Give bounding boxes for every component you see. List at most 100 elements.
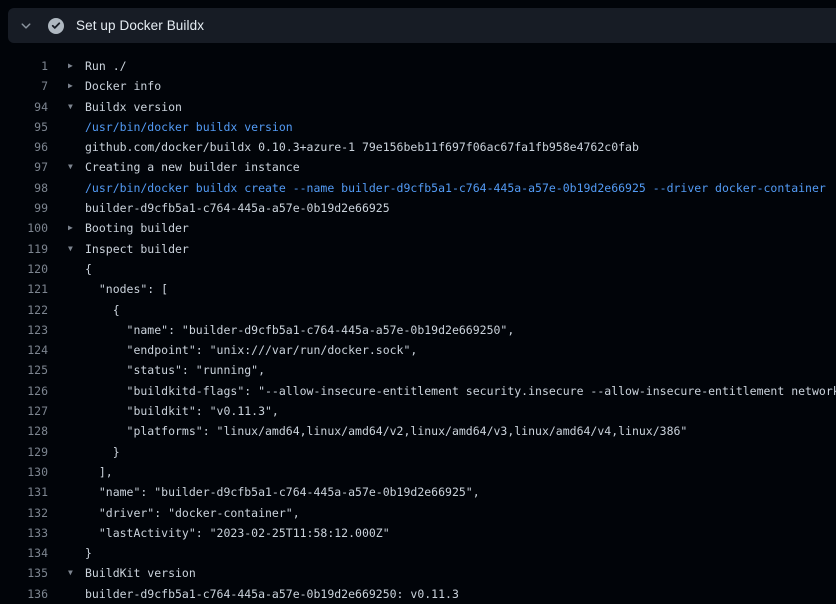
gutter (48, 482, 68, 502)
gutter (48, 442, 68, 462)
caret-placeholder (68, 543, 85, 563)
line-number[interactable]: 96 (0, 137, 48, 157)
line-number[interactable]: 120 (0, 259, 48, 279)
log-line: 133 "lastActivity": "2023-02-25T11:58:12… (0, 523, 836, 543)
caret-placeholder (68, 401, 85, 421)
gutter (48, 259, 68, 279)
line-number[interactable]: 134 (0, 543, 48, 563)
line-number[interactable]: 127 (0, 401, 48, 421)
line-number[interactable]: 1 (0, 56, 48, 76)
log-line: 122 { (0, 300, 836, 320)
line-number[interactable]: 94 (0, 97, 48, 117)
line-number[interactable]: 95 (0, 117, 48, 137)
log-text: "endpoint": "unix:///var/run/docker.sock… (85, 340, 417, 360)
gutter (48, 462, 68, 482)
log-line: 99 builder-d9cfb5a1-c764-445a-a57e-0b19d… (0, 198, 836, 218)
log-line: 95 /usr/bin/docker buildx version (0, 117, 836, 137)
triangle-down-icon: ▼ (68, 563, 85, 583)
log-line: 121 "nodes": [ (0, 279, 836, 299)
caret-placeholder (68, 117, 85, 137)
line-number[interactable]: 119 (0, 239, 48, 259)
gutter (48, 157, 68, 177)
gutter (48, 360, 68, 380)
log-line: 96 github.com/docker/buildx 0.10.3+azure… (0, 137, 836, 157)
caret-placeholder (68, 137, 85, 157)
line-number[interactable]: 128 (0, 421, 48, 441)
caret-placeholder (68, 421, 85, 441)
line-number[interactable]: 131 (0, 482, 48, 502)
log-text: builder-d9cfb5a1-c764-445a-a57e-0b19d2e6… (85, 198, 390, 218)
gutter (48, 523, 68, 543)
chevron-down-icon (20, 20, 32, 32)
log-line[interactable]: 94 ▼ Buildx version (0, 97, 836, 117)
log-line: 123 "name": "builder-d9cfb5a1-c764-445a-… (0, 320, 836, 340)
caret-placeholder (68, 503, 85, 523)
log-line[interactable]: 1 ▶ Run ./ (0, 56, 836, 76)
log-text: Docker info (85, 76, 161, 96)
gutter (48, 117, 68, 137)
log-text: "lastActivity": "2023-02-25T11:58:12.000… (85, 523, 390, 543)
line-number[interactable]: 135 (0, 563, 48, 583)
log-area: 1 ▶ Run ./ 7 ▶ Docker info 94 ▼ Buildx v… (0, 56, 836, 604)
log-line: 98 /usr/bin/docker buildx create --name … (0, 178, 836, 198)
line-number[interactable]: 132 (0, 503, 48, 523)
step-header-toggle[interactable]: Set up Docker Buildx (8, 8, 836, 43)
log-line[interactable]: 119 ▼ Inspect builder (0, 239, 836, 259)
log-line[interactable]: 100 ▶ Booting builder (0, 218, 836, 238)
check-circle-icon (48, 18, 64, 34)
line-number[interactable]: 97 (0, 157, 48, 177)
caret-placeholder (68, 320, 85, 340)
log-text: Booting builder (85, 218, 189, 238)
line-number[interactable]: 130 (0, 462, 48, 482)
line-number[interactable]: 124 (0, 340, 48, 360)
gutter (48, 584, 68, 604)
log-text: ], (85, 462, 113, 482)
log-text: "platforms": "linux/amd64,linux/amd64/v2… (85, 421, 687, 441)
gutter (48, 56, 68, 76)
log-line[interactable]: 135 ▼ BuildKit version (0, 563, 836, 583)
log-line: 136 builder-d9cfb5a1-c764-445a-a57e-0b19… (0, 584, 836, 604)
log-line[interactable]: 97 ▼ Creating a new builder instance (0, 157, 836, 177)
log-line: 134 } (0, 543, 836, 563)
log-line: 131 "name": "builder-d9cfb5a1-c764-445a-… (0, 482, 836, 502)
log-text: { (85, 259, 92, 279)
log-line[interactable]: 7 ▶ Docker info (0, 76, 836, 96)
line-number[interactable]: 121 (0, 279, 48, 299)
line-number[interactable]: 98 (0, 178, 48, 198)
log-text: builder-d9cfb5a1-c764-445a-a57e-0b19d2e6… (85, 584, 459, 604)
log-text: BuildKit version (85, 563, 196, 583)
step-title: Set up Docker Buildx (76, 18, 204, 33)
log-line: 126 "buildkitd-flags": "--allow-insecure… (0, 381, 836, 401)
line-number[interactable]: 100 (0, 218, 48, 238)
gutter (48, 137, 68, 157)
caret-placeholder (68, 482, 85, 502)
log-text: "buildkit": "v0.11.3", (85, 401, 279, 421)
caret-placeholder (68, 300, 85, 320)
gutter (48, 178, 68, 198)
line-number[interactable]: 129 (0, 442, 48, 462)
line-number[interactable]: 99 (0, 198, 48, 218)
gutter (48, 320, 68, 340)
line-number[interactable]: 133 (0, 523, 48, 543)
log-text: "nodes": [ (85, 279, 168, 299)
log-line: 130 ], (0, 462, 836, 482)
caret-placeholder (68, 259, 85, 279)
gutter (48, 279, 68, 299)
caret-placeholder (68, 340, 85, 360)
triangle-down-icon: ▼ (68, 239, 85, 259)
line-number[interactable]: 7 (0, 76, 48, 96)
log-text: Inspect builder (85, 239, 189, 259)
gutter (48, 381, 68, 401)
line-number[interactable]: 123 (0, 320, 48, 340)
gutter (48, 421, 68, 441)
line-number[interactable]: 126 (0, 381, 48, 401)
gutter (48, 401, 68, 421)
gutter (48, 340, 68, 360)
gutter (48, 239, 68, 259)
caret-placeholder (68, 360, 85, 380)
line-number[interactable]: 125 (0, 360, 48, 380)
line-number[interactable]: 136 (0, 584, 48, 604)
line-number[interactable]: 122 (0, 300, 48, 320)
log-line: 120 { (0, 259, 836, 279)
gutter (48, 198, 68, 218)
